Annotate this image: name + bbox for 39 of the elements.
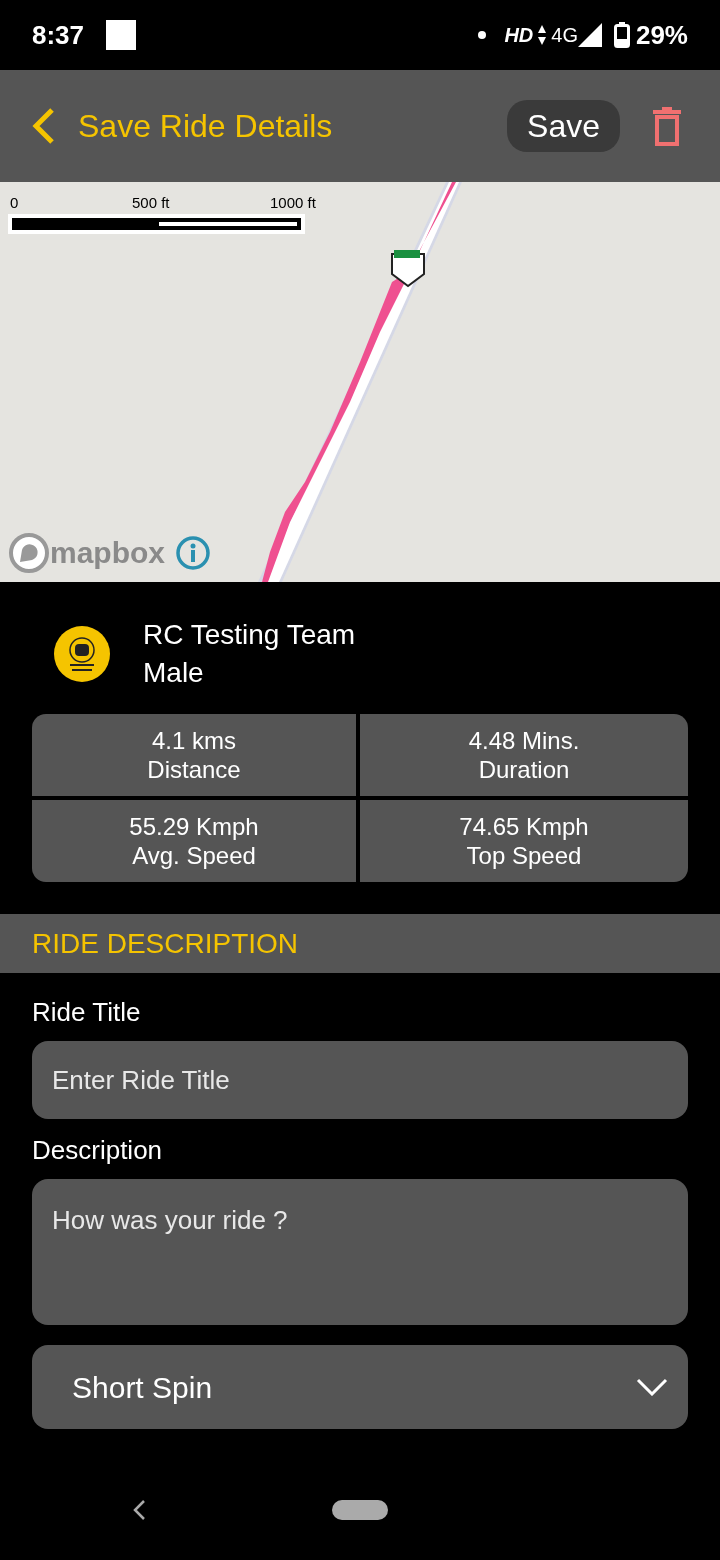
notification-icon xyxy=(106,20,137,50)
signal-icon xyxy=(577,23,602,47)
rider-name: RC Testing Team xyxy=(143,618,356,652)
mapbox-attribution: mapbox xyxy=(50,535,166,571)
avatar-logo-icon xyxy=(54,626,110,682)
scale-label: 500 ft xyxy=(132,193,170,213)
stat-label: Duration xyxy=(478,755,570,784)
stat-label: Top Speed xyxy=(466,841,582,870)
stat-value: 4.1 kms xyxy=(152,726,236,755)
stat-value: 55.29 Kmph xyxy=(129,812,259,841)
stat-value: 4.48 Mins. xyxy=(468,726,580,755)
save-button[interactable]: Save xyxy=(507,100,620,152)
stat-value: 74.65 Kmph xyxy=(459,812,589,841)
status-time: 8:37 xyxy=(32,18,85,52)
field-label: Ride Title xyxy=(32,996,142,1029)
back-icon[interactable] xyxy=(30,107,56,145)
back-nav-icon[interactable] xyxy=(132,1499,146,1521)
data-arrows-icon xyxy=(537,24,548,46)
page-title: Save Ride Details xyxy=(78,107,333,146)
stat-label: Avg. Speed xyxy=(132,841,256,870)
scale-label: 0 xyxy=(10,193,19,213)
description-field[interactable]: How was your ride ? xyxy=(32,1179,688,1325)
ride-title-field[interactable]: Enter Ride Title xyxy=(32,1041,688,1119)
scale-label: 1000 ft xyxy=(270,193,316,213)
battery-percent: 29% xyxy=(635,18,688,52)
info-icon[interactable] xyxy=(175,535,212,571)
network-label: HD xyxy=(504,23,534,48)
ride-type-value: Short Spin xyxy=(72,1369,214,1406)
battery-icon xyxy=(613,22,630,48)
chevron-down-icon xyxy=(636,1378,668,1396)
mapbox-logo-icon xyxy=(8,532,50,574)
field-label: Description xyxy=(32,1134,164,1167)
ride-type-dropdown[interactable]: Short Spin xyxy=(32,1345,688,1429)
stat-label: Distance xyxy=(147,755,241,784)
rider-gender: Male xyxy=(143,656,205,690)
home-pill[interactable] xyxy=(332,1500,388,1520)
delete-icon[interactable] xyxy=(652,106,682,146)
section-title: RIDE DESCRIPTION xyxy=(32,926,299,961)
cellular-label: 4G xyxy=(551,23,578,48)
